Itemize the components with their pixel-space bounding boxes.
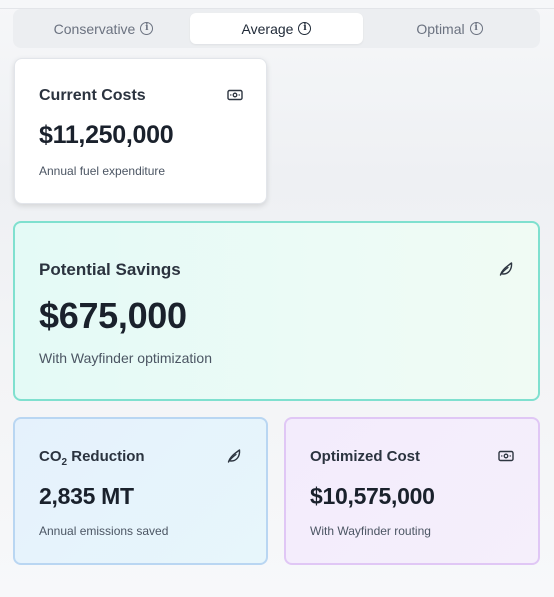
- cash-icon: [227, 89, 243, 101]
- card-subtitle: With Wayfinder optimization: [39, 350, 212, 366]
- card-subtitle: Annual fuel expenditure: [39, 164, 166, 178]
- card-subtitle: Annual emissions saved: [39, 524, 169, 538]
- potential-savings-card: Potential Savings $675,000 With Wayfinde…: [13, 221, 540, 401]
- card-title: Potential Savings: [39, 260, 181, 279]
- leaf-icon: [227, 449, 241, 463]
- cash-icon: [498, 450, 514, 462]
- tab-label: Conservative: [53, 20, 136, 37]
- title-suffix: Reduction: [67, 448, 145, 465]
- title-prefix: CO: [39, 448, 62, 465]
- tab-average[interactable]: Average i: [190, 13, 363, 44]
- card-subtitle: With Wayfinder routing: [310, 524, 431, 538]
- tab-label: Average: [241, 20, 294, 37]
- scenario-tabs: Conservative i Average i Optimal i: [13, 9, 540, 48]
- optimized-cost-card: Optimized Cost $10,575,000 With Wayfinde…: [284, 417, 540, 565]
- leaf-icon: [499, 262, 513, 276]
- current-costs-value: $11,250,000: [39, 121, 174, 149]
- info-icon[interactable]: i: [469, 22, 483, 35]
- card-title: CO2 Reduction: [39, 448, 145, 468]
- tab-conservative[interactable]: Conservative i: [17, 13, 190, 44]
- potential-savings-value: $675,000: [39, 295, 187, 336]
- card-title: Optimized Cost: [310, 448, 421, 465]
- tab-optimal[interactable]: Optimal i: [363, 13, 536, 44]
- card-title: Current Costs: [39, 87, 146, 104]
- info-icon[interactable]: i: [140, 22, 154, 35]
- tab-label: Optimal: [416, 20, 465, 37]
- co2-reduction-card: CO2 Reduction 2,835 MT Annual emissions …: [13, 417, 268, 565]
- optimized-cost-value: $10,575,000: [310, 483, 435, 509]
- info-icon[interactable]: i: [298, 22, 312, 35]
- co2-reduction-value: 2,835 MT: [39, 483, 134, 509]
- current-costs-card: Current Costs $11,250,000 Annual fuel ex…: [14, 58, 267, 204]
